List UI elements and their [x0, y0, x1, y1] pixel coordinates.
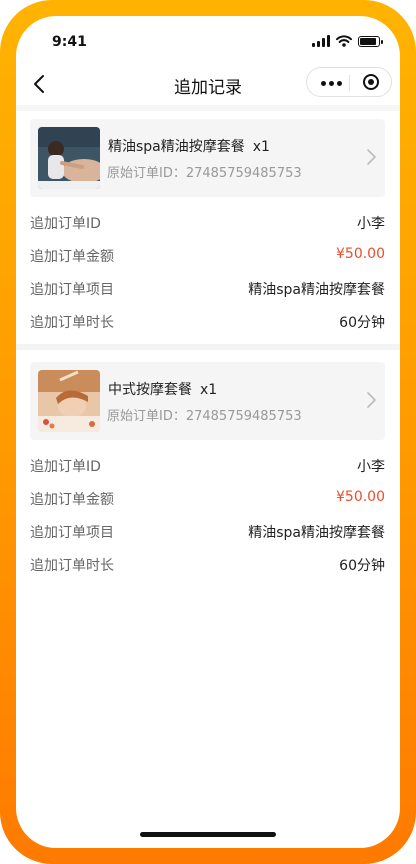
row-value: 60分钟: [339, 315, 385, 331]
nav-separator: [16, 105, 400, 111]
row-label: 追加订单时长: [30, 315, 114, 331]
info-row: 追加订单时长 60分钟: [30, 555, 385, 575]
product-card[interactable]: 中式按摩套餐 x1 原始订单ID：27485759485753: [30, 362, 385, 440]
row-value: 精油spa精油按摩套餐: [248, 525, 385, 541]
product-card[interactable]: 精油spa精油按摩套餐 x1 原始订单ID：27485759485753: [30, 119, 385, 197]
app-screen: 9:41 追加记录 精油spa精油按摩套餐 x1 原始订单ID：27485759…: [16, 16, 400, 848]
price-value: ¥50.00: [336, 489, 385, 505]
product-name-line: 精油spa精油按摩套餐 x1: [108, 136, 270, 156]
status-time: 9:41: [52, 34, 87, 50]
nav-bar: 追加记录: [16, 64, 400, 104]
info-row: 追加订单金额 ¥50.00: [30, 246, 385, 266]
chevron-right-icon: [367, 149, 376, 165]
more-dots-icon[interactable]: [321, 81, 342, 86]
row-value: 小李: [357, 216, 385, 232]
row-label: 追加订单金额: [30, 249, 114, 265]
chevron-right-icon: [367, 392, 376, 408]
row-label: 追加订单时长: [30, 558, 114, 574]
product-quantity: x1: [200, 382, 218, 398]
row-label: 追加订单ID: [30, 216, 101, 232]
info-row: 追加订单项目 精油spa精油按摩套餐: [30, 279, 385, 299]
product-name: 中式按摩套餐: [108, 382, 192, 398]
signal-icon: [312, 35, 330, 47]
row-label: 追加订单项目: [30, 282, 114, 298]
row-value: 小李: [357, 459, 385, 475]
capsule-divider: [349, 75, 350, 91]
wifi-icon: [336, 35, 352, 47]
target-circle-icon[interactable]: [363, 74, 379, 90]
battery-icon: [358, 35, 383, 47]
product-thumbnail: [38, 127, 100, 189]
home-indicator[interactable]: [140, 832, 276, 837]
product-name-line: 中式按摩套餐 x1: [108, 379, 217, 399]
original-order-id: 原始订单ID：27485759485753: [107, 166, 302, 181]
product-name: 精油spa精油按摩套餐: [108, 139, 245, 155]
original-order-id: 原始订单ID：27485759485753: [107, 409, 302, 424]
row-label: 追加订单ID: [30, 459, 101, 475]
mini-program-capsule: [306, 67, 392, 97]
product-quantity: x1: [252, 139, 270, 155]
row-label: 追加订单金额: [30, 492, 114, 508]
row-value: 精油spa精油按摩套餐: [248, 282, 385, 298]
row-value: 60分钟: [339, 558, 385, 574]
section-separator: [16, 344, 400, 350]
info-row: 追加订单项目 精油spa精油按摩套餐: [30, 522, 385, 542]
info-row: 追加订单ID 小李: [30, 213, 385, 233]
row-label: 追加订单项目: [30, 525, 114, 541]
device-frame: 9:41 追加记录 精油spa精油按摩套餐 x1 原始订单ID：27485759…: [0, 0, 416, 864]
price-value: ¥50.00: [336, 246, 385, 262]
status-icons: [312, 34, 383, 48]
info-row: 追加订单时长 60分钟: [30, 312, 385, 332]
product-thumbnail: [38, 370, 100, 432]
info-row: 追加订单金额 ¥50.00: [30, 489, 385, 509]
info-row: 追加订单ID 小李: [30, 456, 385, 476]
